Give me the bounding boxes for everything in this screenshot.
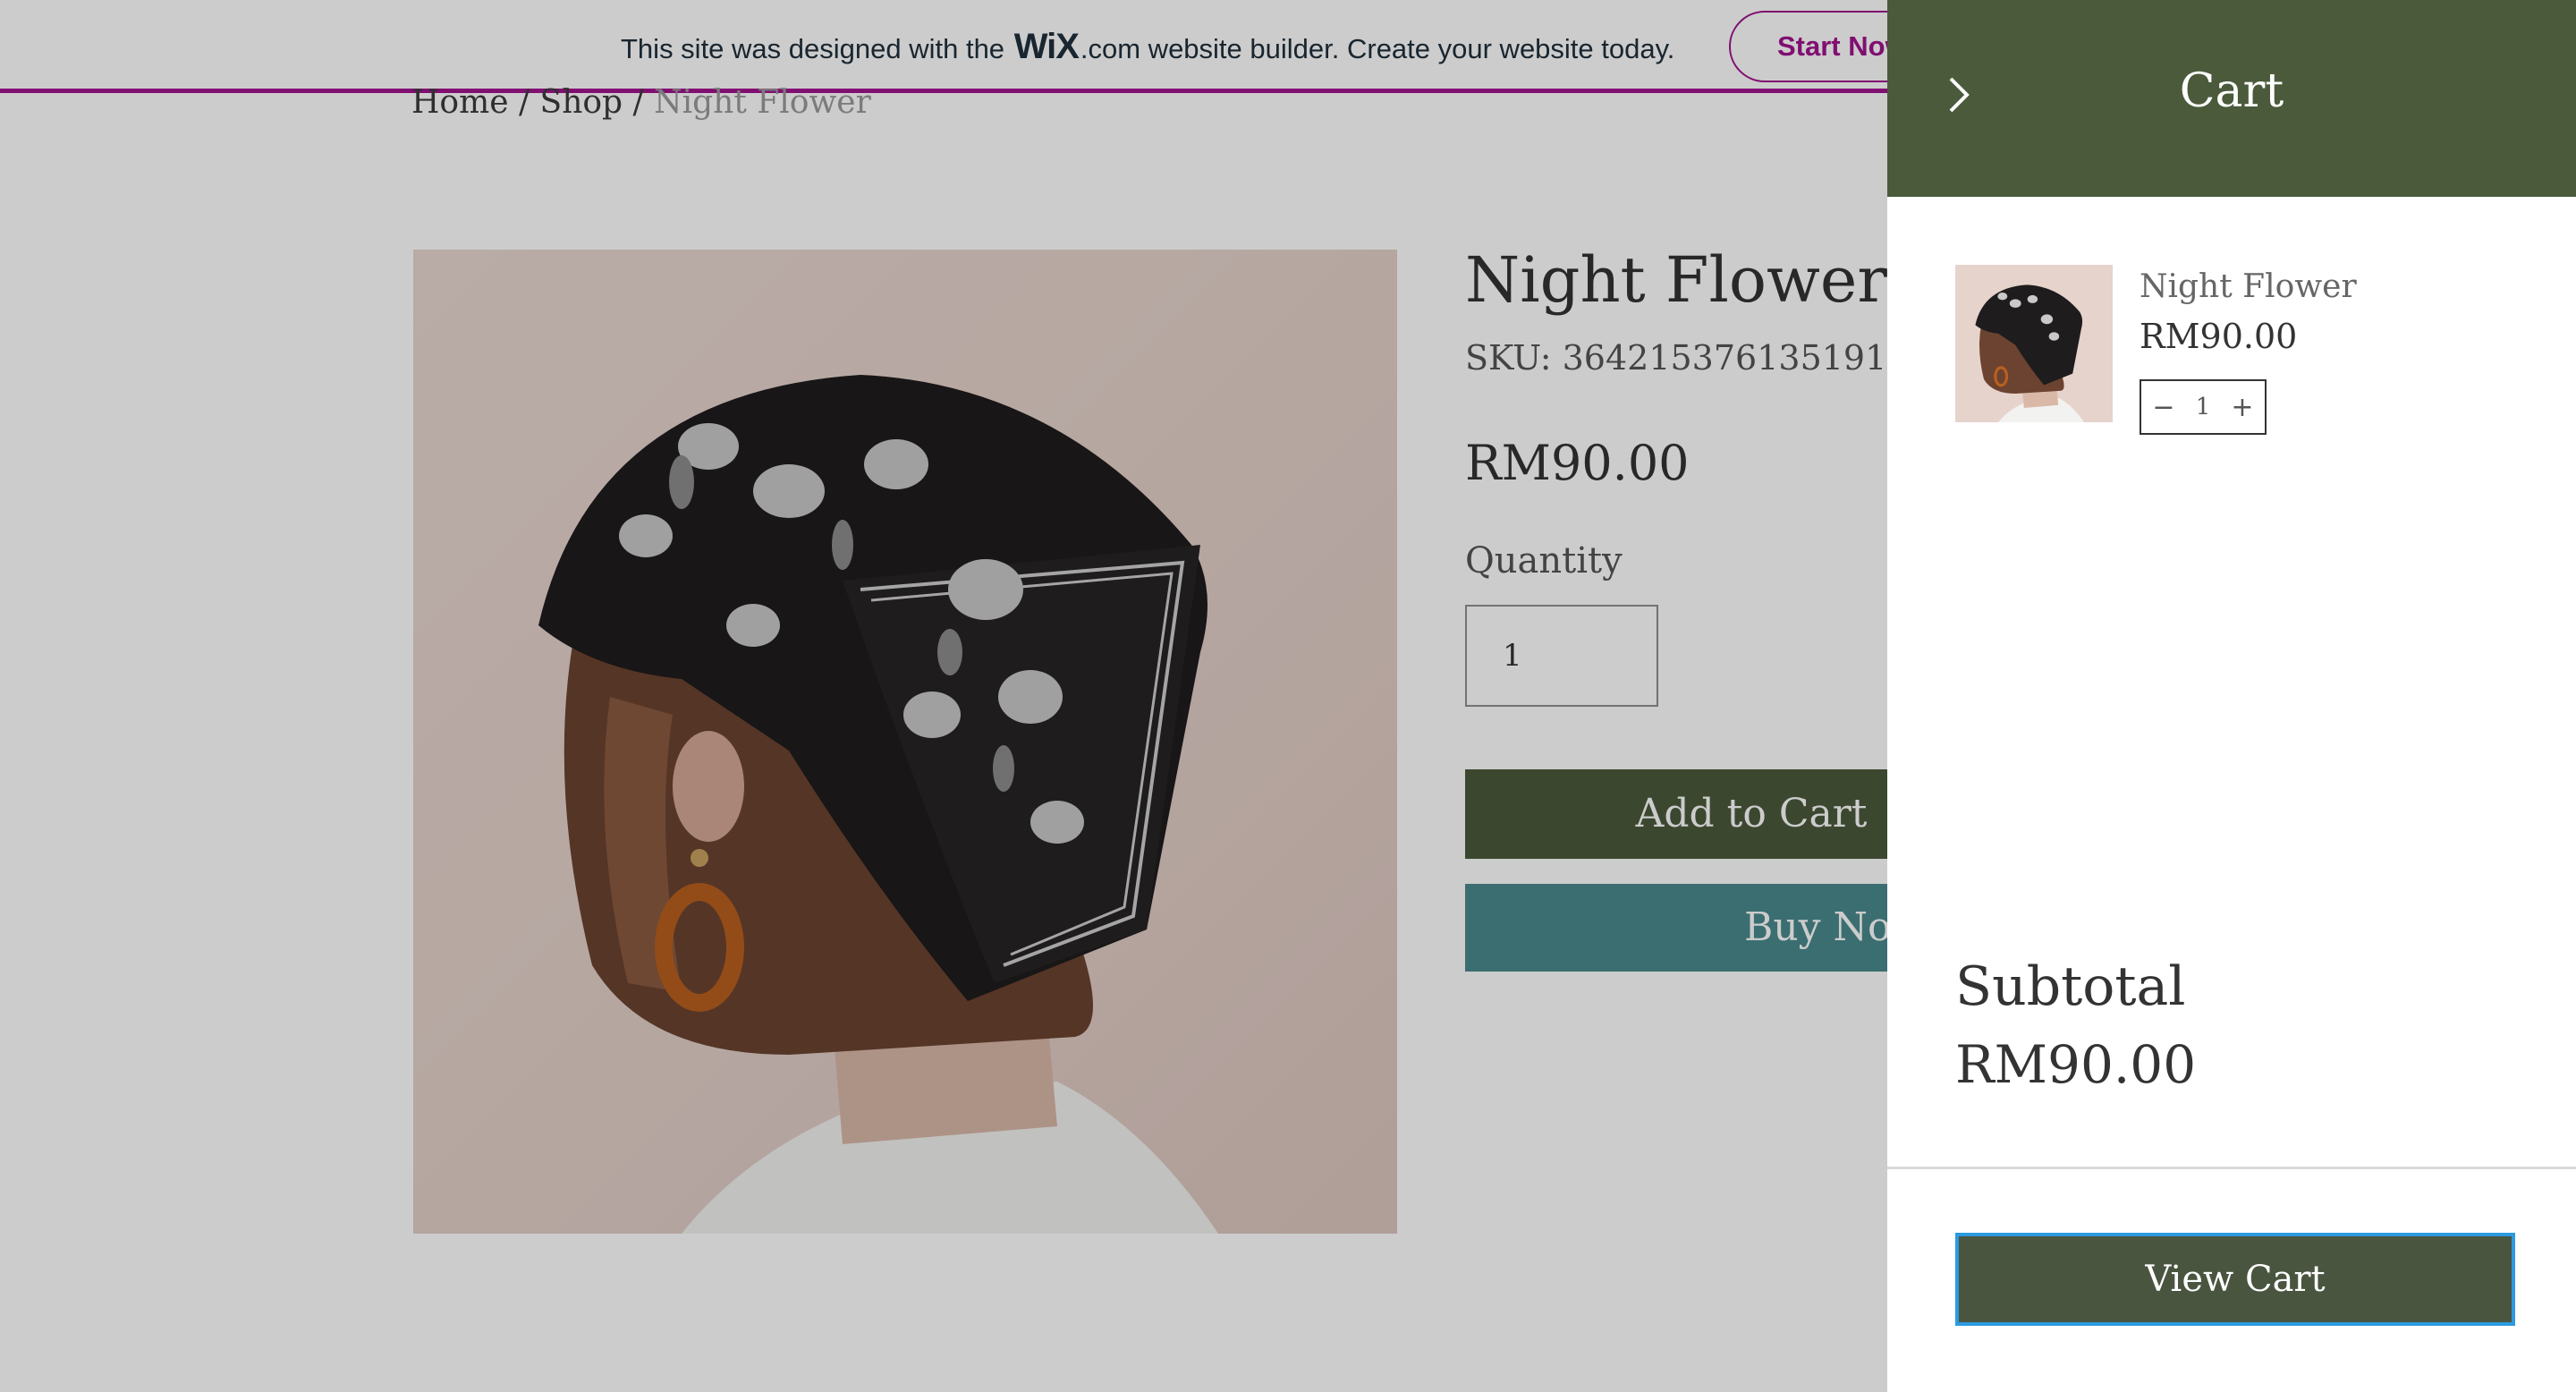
subtotal-label: Subtotal bbox=[1955, 955, 2186, 1018]
cart-item-price: RM90.00 bbox=[2140, 317, 2298, 356]
cart-panel: Cart Night Flower RM90.00 − 1 + Subtotal… bbox=[1887, 0, 2576, 1392]
page-dim-overlay[interactable] bbox=[0, 0, 1887, 1392]
cart-item-photo bbox=[1975, 284, 2084, 422]
minus-icon[interactable]: − bbox=[2152, 392, 2175, 423]
cart-item-quantity[interactable]: 1 bbox=[2196, 394, 2211, 420]
plus-icon[interactable]: + bbox=[2231, 392, 2254, 423]
subtotal-value: RM90.00 bbox=[1955, 1034, 2197, 1095]
cart-item-thumbnail[interactable] bbox=[1955, 265, 2113, 422]
cart-header: Cart bbox=[1887, 0, 2576, 197]
cart-divider bbox=[1887, 1167, 2576, 1169]
cart-item-name[interactable]: Night Flower bbox=[2140, 268, 2357, 305]
cart-item-quantity-stepper: − 1 + bbox=[2140, 379, 2267, 435]
view-cart-button[interactable]: View Cart bbox=[1955, 1233, 2515, 1326]
cart-title: Cart bbox=[2179, 64, 2284, 118]
